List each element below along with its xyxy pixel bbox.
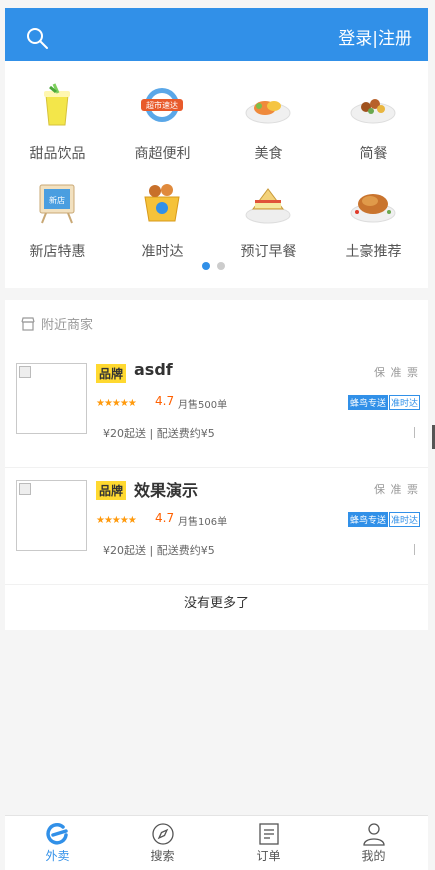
carousel-indicator xyxy=(202,255,232,274)
tab-takeout[interactable]: 外卖 xyxy=(5,816,110,870)
shop-image xyxy=(16,480,87,551)
shop-name: asdf xyxy=(134,360,173,379)
delivery-fee: ¥20起送 | 配送费约¥5 xyxy=(103,544,215,557)
category-item[interactable]: 简餐 xyxy=(321,71,426,169)
drink-icon xyxy=(44,83,70,126)
category-label: 商超便利 xyxy=(134,146,191,162)
tab-label: 外卖 xyxy=(45,849,70,863)
food-plate-icon xyxy=(245,101,291,124)
order-icon xyxy=(259,823,279,845)
category-label: 美食 xyxy=(254,146,283,162)
delivery-fee: ¥20起送 | 配送费约¥5 xyxy=(103,427,215,440)
carousel-dot[interactable] xyxy=(217,262,225,270)
broken-image-icon xyxy=(19,366,31,378)
divider xyxy=(414,427,415,438)
category-item[interactable]: 准时达 xyxy=(110,169,215,267)
category-item[interactable]: 新店 新店特惠 xyxy=(5,169,110,267)
star-rating-icon: ★★★★★ xyxy=(96,398,137,409)
user-icon xyxy=(363,823,385,846)
brand-tag: 品牌 xyxy=(96,364,127,383)
shop-name: 效果演示 xyxy=(134,481,199,500)
login-register-link[interactable]: 登录|注册 xyxy=(338,24,412,49)
rating-value: 4.7 xyxy=(155,511,175,525)
category-label: 甜品饮品 xyxy=(29,146,86,162)
guarantee-badges: 保 准 票 xyxy=(374,483,419,496)
tab-label: 搜索 xyxy=(150,849,175,863)
delivery-tag: 蜂鸟专送 xyxy=(348,395,389,410)
ontime-tag: 准时达 xyxy=(389,512,421,527)
tab-label: 订单 xyxy=(256,849,281,863)
monthly-sales: 月售500单 xyxy=(178,400,228,411)
category-item[interactable]: 甜品饮品 xyxy=(5,71,110,169)
shop-list-item[interactable]: 品牌 asdf 保 准 票 ★★★★★ 4.7 月售500单 蜂鸟专送 准时达 … xyxy=(5,351,428,468)
shop-image xyxy=(16,363,87,434)
tab-profile[interactable]: 我的 xyxy=(321,816,426,870)
nearby-title: 附近商家 xyxy=(41,318,94,333)
shop-list-section: 附近商家 品牌 asdf 保 准 票 ★★★★★ 4.7 月售500单 蜂鸟专送… xyxy=(5,300,428,630)
supermarket-icon: 超市速达 xyxy=(141,88,183,122)
category-label: 土豪推荐 xyxy=(345,244,402,260)
rating-value: 4.7 xyxy=(155,394,175,408)
compass-icon xyxy=(152,823,174,845)
monthly-sales: 月售106单 xyxy=(178,517,228,528)
roast-chicken-icon xyxy=(350,194,396,223)
eleme-icon xyxy=(46,823,68,845)
tab-label: 我的 xyxy=(361,849,386,863)
store-icon xyxy=(21,317,35,331)
search-icon[interactable] xyxy=(25,26,49,50)
on-time-icon xyxy=(144,184,180,222)
no-more-text: 没有更多了 xyxy=(183,596,249,611)
shop-list-item[interactable]: 品牌 效果演示 保 准 票 ★★★★★ 4.7 月售106单 蜂鸟专送 准时达 … xyxy=(5,468,428,585)
guarantee-badges: 保 准 票 xyxy=(374,366,419,379)
category-label: 新店特惠 xyxy=(29,244,86,260)
breakfast-icon xyxy=(245,188,291,224)
category-item[interactable]: 美食 xyxy=(216,71,321,169)
bottom-tab-bar: 外卖 搜索 订单 我的 xyxy=(5,815,428,870)
brand-tag: 品牌 xyxy=(96,481,127,500)
category-item[interactable]: 土豪推荐 xyxy=(321,169,426,267)
star-rating-icon: ★★★★★ xyxy=(96,515,137,526)
supermarket-badge: 超市速达 xyxy=(146,100,178,110)
divider xyxy=(414,544,415,555)
category-label: 准时达 xyxy=(141,244,184,260)
tab-orders[interactable]: 订单 xyxy=(216,816,321,870)
header-bar: 登录|注册 xyxy=(5,8,428,61)
category-label: 简餐 xyxy=(359,146,388,162)
delivery-tag: 蜂鸟专送 xyxy=(348,512,389,527)
new-store-badge: 新店 xyxy=(49,195,65,205)
category-item[interactable]: 预订早餐 xyxy=(216,169,321,267)
simple-meal-icon xyxy=(350,99,396,124)
category-grid: 甜品饮品 超市速达 商超便利 美食 简餐 新店 新店特惠 准时达 预订早餐 土豪… xyxy=(5,61,428,288)
broken-image-icon xyxy=(19,483,31,495)
new-store-icon: 新店 xyxy=(39,184,75,224)
carousel-dot-active[interactable] xyxy=(202,262,210,270)
category-item[interactable]: 超市速达 商超便利 xyxy=(110,71,215,169)
tab-search[interactable]: 搜索 xyxy=(110,816,215,870)
nearby-header: 附近商家 xyxy=(21,314,93,333)
app-frame: 登录|注册 甜品饮品 超市速达 商超便利 美食 简餐 新店 新店特惠 准时达 预… xyxy=(5,8,428,870)
ontime-tag: 准时达 xyxy=(389,395,421,410)
